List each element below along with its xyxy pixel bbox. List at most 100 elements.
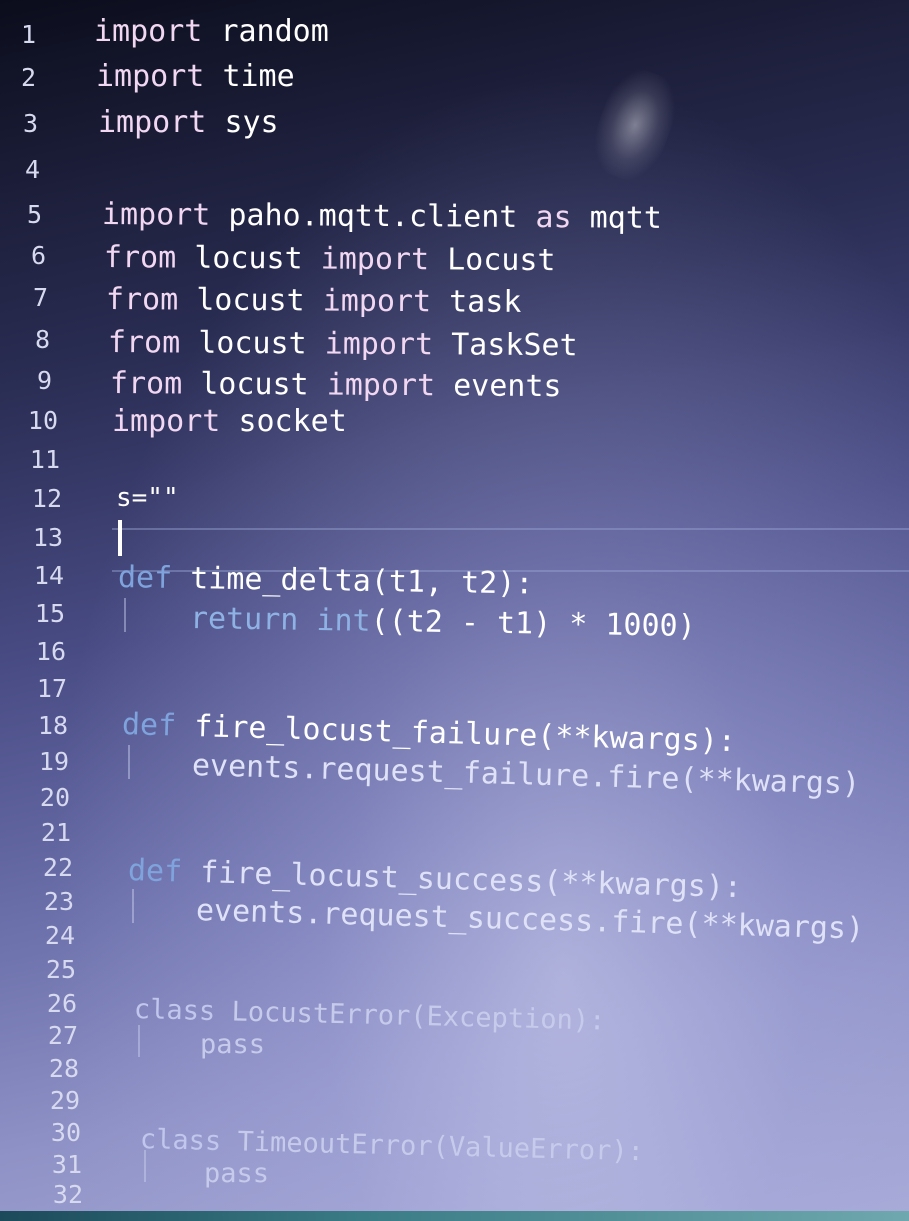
module-name: locust (200, 366, 309, 403)
line-number: 24 (44, 921, 75, 950)
keyword-as: as (535, 200, 572, 236)
function-signature: time_delta(t1, t2): (189, 561, 534, 602)
class-body: pass (204, 1158, 270, 1189)
code-line-23[interactable]: events.request_success.fire(**kwargs) (195, 893, 865, 948)
keyword-import: import (96, 59, 205, 94)
imported-name: events (453, 368, 562, 405)
code-line-19[interactable]: events.request_failure.fire(**kwargs) (191, 748, 861, 803)
keyword-from: from (105, 282, 179, 318)
line-number: 9 (36, 366, 52, 395)
line-number: 23 (43, 887, 74, 916)
keyword-class: class (139, 1124, 222, 1157)
function-body: events.request_failure.fire(**kwargs) (191, 748, 861, 802)
module-name: locust (198, 325, 307, 362)
line-number: 30 (50, 1118, 81, 1147)
line-number: 3 (22, 109, 38, 138)
text-cursor (118, 520, 122, 556)
keyword-from: from (103, 240, 177, 276)
line-number: 21 (40, 818, 71, 847)
keyword-def: def (121, 707, 177, 744)
indent-guide (132, 889, 134, 923)
module-alias: mqtt (589, 200, 663, 236)
module-name: socket (238, 404, 347, 439)
keyword-class: class (133, 994, 216, 1027)
keyword-import: import (326, 367, 436, 404)
imported-name: task (449, 284, 522, 320)
module-name: locust (194, 240, 303, 277)
line-number: 16 (35, 637, 66, 666)
line-number: 17 (36, 674, 67, 703)
return-expression: ((t2 - t1) * 1000) (370, 603, 696, 644)
code-line-6[interactable]: from locust import Locust (104, 240, 556, 279)
module-name: sys (224, 105, 279, 140)
module-name: paho.mqtt.client (228, 197, 518, 235)
keyword-def: def (117, 560, 173, 596)
line-number: 31 (51, 1150, 82, 1179)
line-number: 4 (24, 155, 40, 184)
keyword-import: import (94, 14, 203, 49)
line-number: 29 (49, 1086, 80, 1115)
line-number: 7 (32, 283, 48, 312)
code-line-15[interactable]: return int((t2 - t1) * 1000) (190, 601, 696, 645)
code-line-31[interactable]: pass (204, 1156, 269, 1192)
assignment-statement: s="" (116, 483, 179, 513)
keyword-from: from (109, 366, 183, 402)
line-number: 2 (20, 63, 36, 92)
code-line-27[interactable]: pass (200, 1027, 265, 1063)
class-body: pass (200, 1029, 266, 1060)
screen-glare (583, 61, 687, 189)
line-number: 14 (33, 561, 64, 590)
keyword-from: from (107, 325, 181, 361)
line-number: 13 (32, 523, 63, 552)
code-line-9[interactable]: from locust import events (110, 366, 562, 405)
indent-guide (138, 1025, 140, 1057)
keyword-import: import (322, 283, 432, 320)
keyword-import: import (324, 326, 434, 363)
line-number: 8 (34, 325, 50, 354)
code-editor-photo: 1 2 3 4 5 6 7 8 9 10 11 12 13 14 15 16 1… (0, 0, 909, 1221)
line-number: 15 (34, 599, 65, 628)
indent-guide (124, 598, 126, 632)
line-number: 5 (26, 200, 42, 229)
line-number: 12 (31, 484, 62, 513)
line-number-gutter: 1 2 3 4 5 6 7 8 9 10 11 12 13 14 15 16 1… (0, 0, 90, 1221)
code-line-12[interactable]: s="" (116, 480, 179, 516)
line-number: 1 (20, 20, 36, 49)
line-number: 26 (46, 989, 77, 1018)
module-name: time (222, 59, 295, 94)
bottom-edge-strip (0, 1211, 909, 1221)
class-signature: LocustError(Exception): (231, 996, 606, 1037)
code-line-10[interactable]: import socket (112, 404, 347, 440)
code-line-3[interactable]: import sys (98, 105, 279, 141)
line-number: 22 (42, 853, 73, 882)
keyword-import: import (112, 404, 221, 439)
line-number: 6 (30, 241, 46, 270)
keyword-import: import (101, 197, 211, 233)
indent-guide (128, 745, 130, 779)
line-number: 28 (48, 1054, 79, 1083)
imported-name: Locust (447, 242, 556, 279)
code-line-5[interactable]: import paho.mqtt.client as mqtt (102, 197, 662, 237)
keyword-def: def (127, 853, 183, 890)
line-number: 20 (39, 783, 70, 812)
line-number: 25 (45, 955, 76, 984)
module-name: locust (196, 282, 305, 319)
imported-name: TaskSet (451, 327, 578, 364)
line-number: 19 (38, 747, 69, 776)
keyword-return: return (189, 601, 299, 638)
line-number: 18 (37, 711, 68, 740)
line-number: 27 (47, 1021, 78, 1050)
code-line-1[interactable]: import random (94, 14, 329, 50)
line-number: 11 (29, 445, 60, 474)
line-number: 10 (27, 406, 58, 435)
module-name: random (220, 14, 329, 49)
code-line-8[interactable]: from locust import TaskSet (108, 325, 578, 364)
code-line-14[interactable]: def time_delta(t1, t2): (118, 560, 534, 603)
builtin-int: int (316, 602, 371, 639)
keyword-import: import (98, 105, 207, 140)
line-number: 32 (52, 1180, 83, 1209)
class-signature: TimeoutError(ValueError): (237, 1126, 645, 1168)
code-line-2[interactable]: import time (96, 59, 295, 95)
keyword-import: import (320, 241, 430, 278)
code-line-7[interactable]: from locust import task (106, 282, 522, 321)
